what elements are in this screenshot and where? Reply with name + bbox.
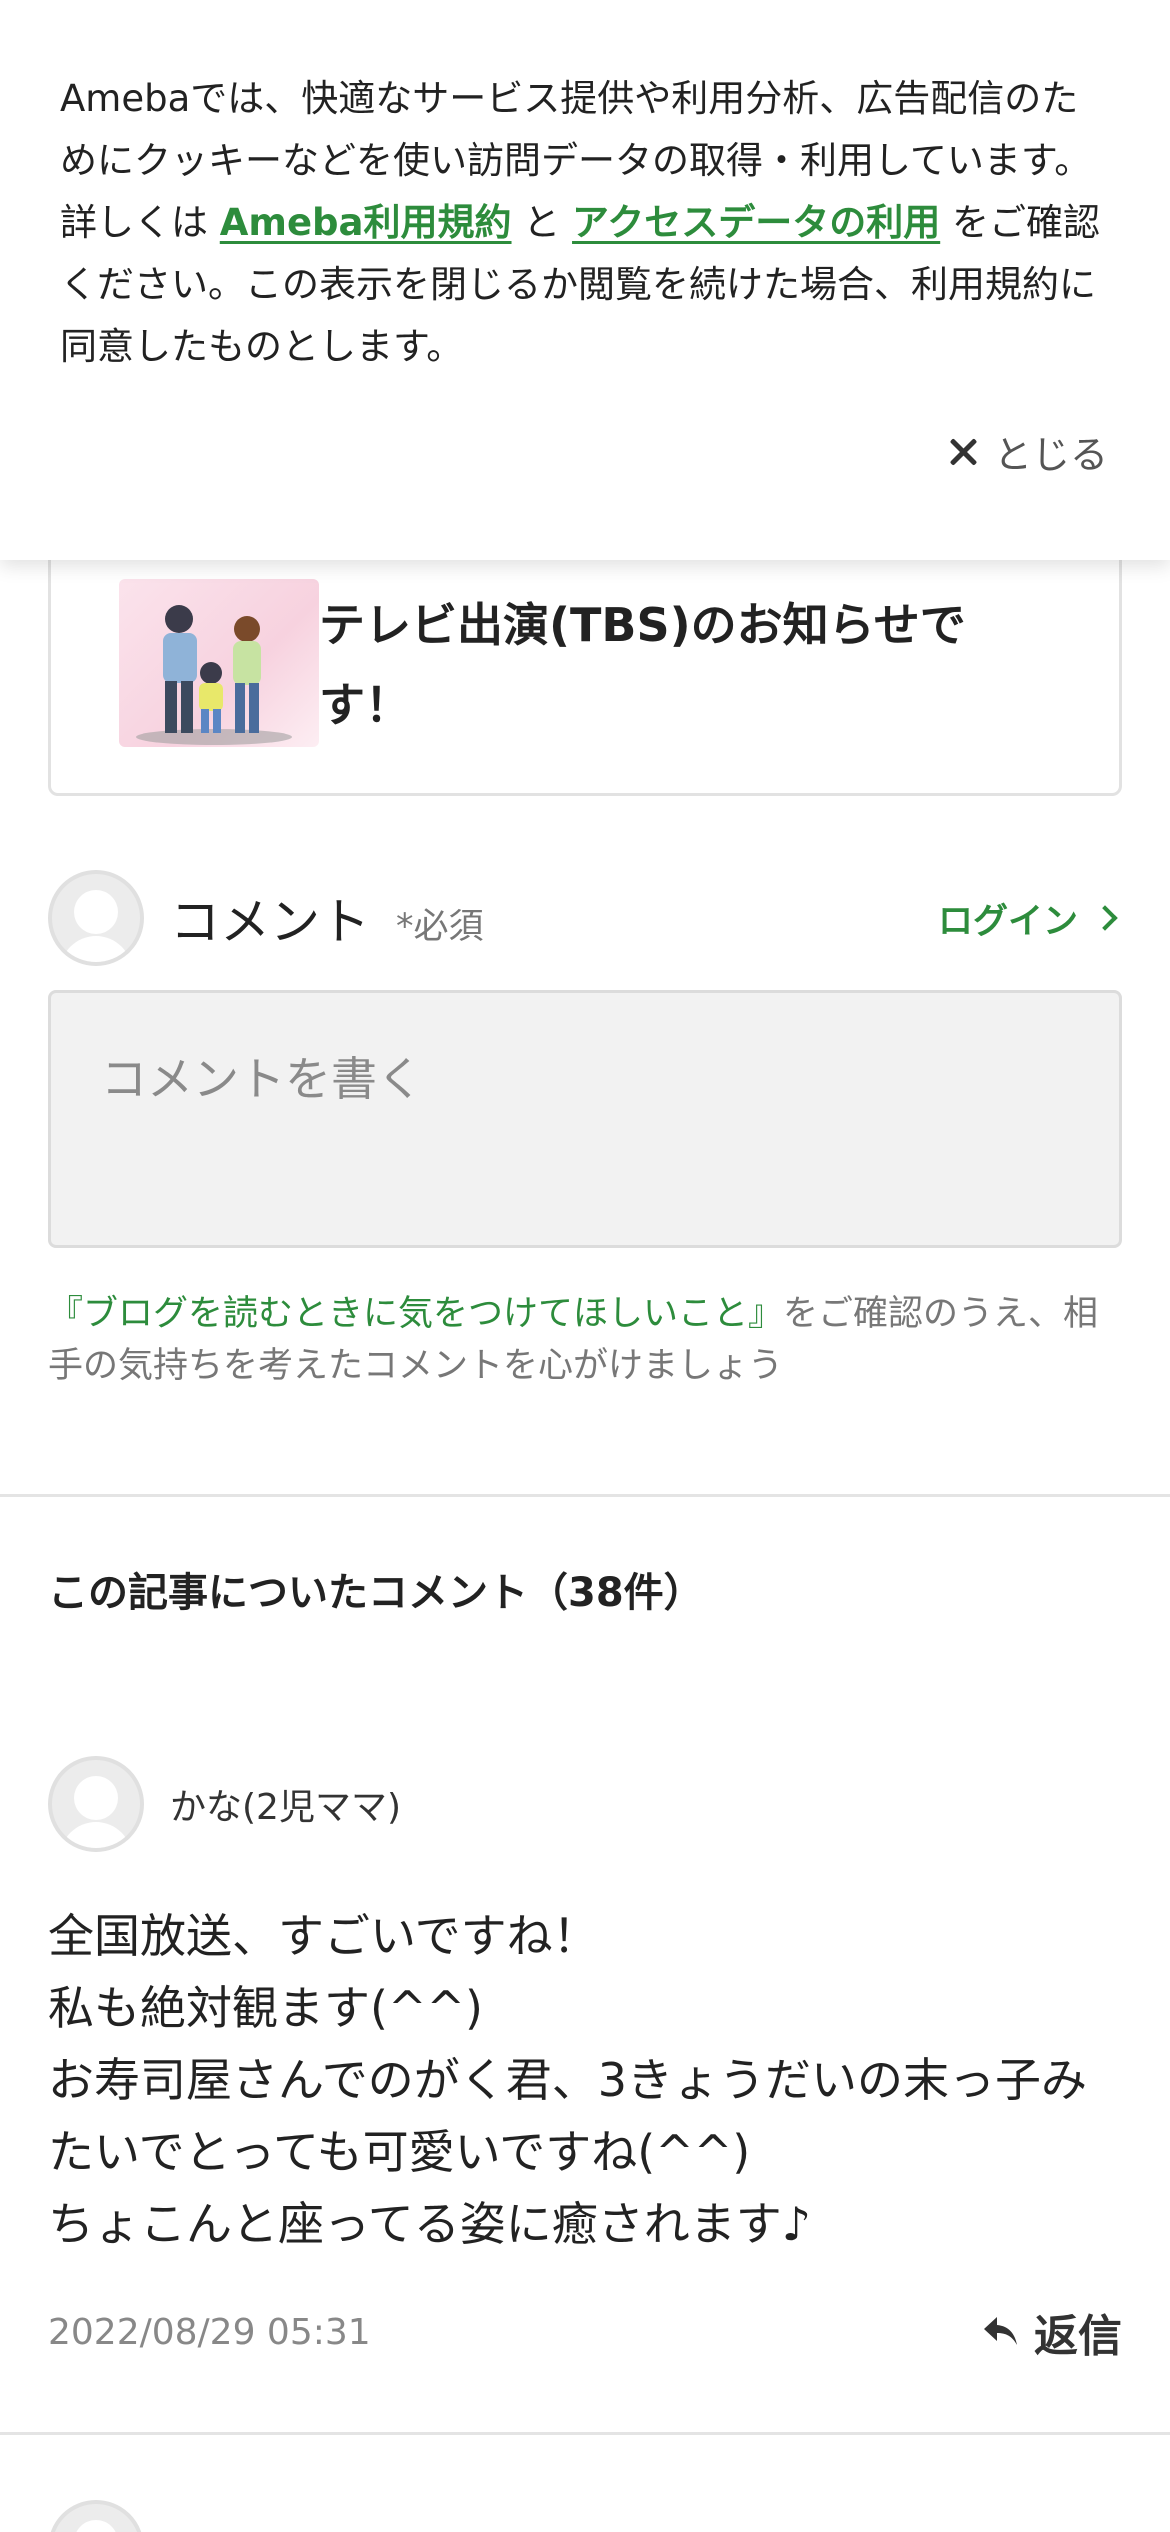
login-link[interactable]: ログイン — [938, 893, 1122, 944]
comment-date: 2022/08/29 05:31 — [48, 2312, 371, 2353]
comment-form-header: コメント *必須 ログイン — [48, 868, 1122, 968]
comment-input[interactable] — [48, 990, 1122, 1248]
reply-button[interactable]: 返信 — [982, 2300, 1122, 2364]
required-label: *必須 — [396, 906, 484, 947]
cookie-text-middle: と — [511, 201, 573, 244]
reply-icon — [982, 2315, 1020, 2349]
family-illustration — [136, 605, 292, 745]
comment-author-row: かな(2児ママ) — [48, 1756, 401, 1852]
cookie-banner: Amebaでは、快適なサービス提供や利用分析、広告配信のためにクッキーなどを使い… — [0, 0, 1170, 560]
article-thumbnail — [119, 579, 319, 747]
next-comment-avatar — [48, 2500, 144, 2532]
comment-guideline: 『ブログを読むときに気をつけてほしいこと』をご確認のうえ、相手の気持ちを考えたコ… — [48, 1288, 1122, 1392]
close-label: とじる — [993, 433, 1108, 477]
login-label: ログイン — [937, 901, 1078, 942]
close-button[interactable]: とじる — [948, 424, 1108, 479]
comment-label: コメント — [170, 893, 370, 951]
avatar — [48, 1756, 144, 1852]
avatar — [48, 870, 144, 966]
comment-line: 全国放送、すごいですね！ — [48, 1909, 599, 1963]
avatar — [48, 2500, 144, 2532]
divider — [0, 2432, 1170, 2435]
cookie-notice-text: Amebaでは、快適なサービス提供や利用分析、広告配信のためにクッキーなどを使い… — [60, 68, 1110, 378]
comments-heading: この記事についたコメント（38件） — [48, 1570, 704, 1616]
article-title: テレビ出演(TBS)のお知らせです！ — [319, 598, 966, 732]
comment-line: 私も絶対観ます(^^) — [48, 1981, 483, 2035]
reply-label: 返信 — [1034, 2311, 1122, 2362]
chevron-right-icon — [1092, 905, 1118, 931]
access-data-link[interactable]: アクセスデータの利用 — [572, 201, 940, 244]
guideline-link[interactable]: 『ブログを読むときに気をつけてほしいこと』 — [48, 1294, 783, 1334]
comment-line: ちょこんと座ってる姿に癒されます♪ — [48, 2197, 812, 2251]
terms-link[interactable]: Ameba利用規約 — [220, 201, 512, 244]
divider — [0, 1494, 1170, 1497]
comment-author: かな(2児ママ) — [170, 1787, 401, 1828]
comment-body: 全国放送、すごいですね！ 私も絶対観ます(^^) お寿司屋さんでのがく君、3きょ… — [48, 1900, 1122, 2260]
comment-line: お寿司屋さんでのがく君、3きょうだいの末っ子みたいでとっても可愛いですね(^^) — [48, 2053, 1087, 2179]
close-icon — [948, 437, 978, 467]
